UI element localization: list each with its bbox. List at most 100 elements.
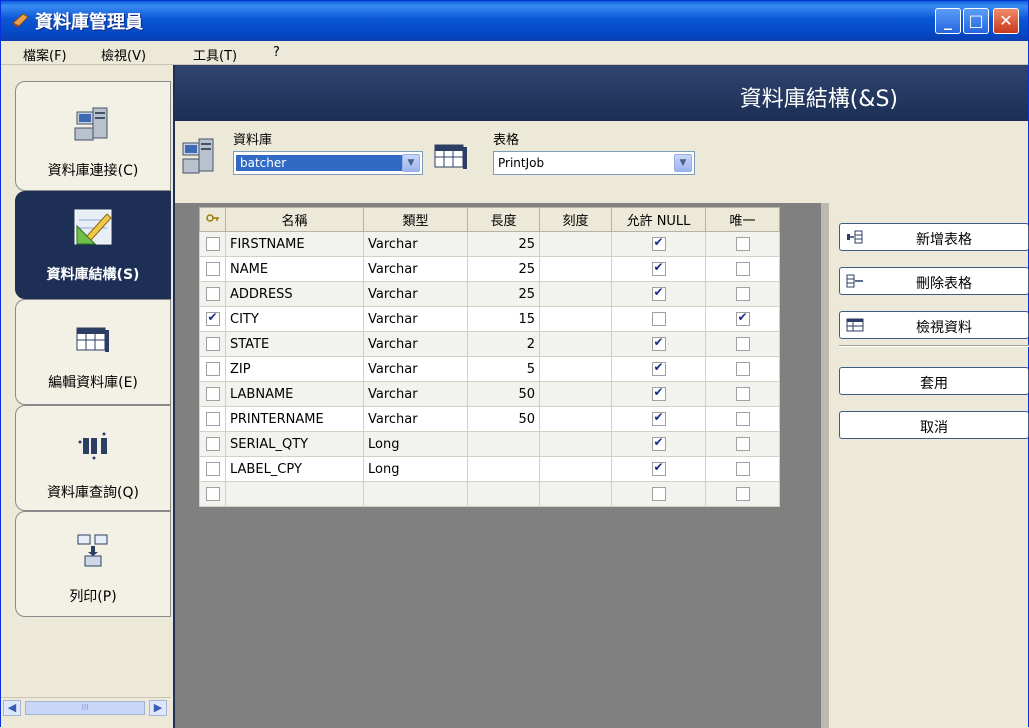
scroll-thumb[interactable]: III [25, 701, 145, 715]
name-cell[interactable]: CITY [225, 306, 364, 332]
allow-null-checkbox[interactable] [651, 360, 666, 376]
title-bar[interactable]: 資料庫管理員 _ □ ✕ [1, 1, 1028, 41]
type-cell[interactable]: Varchar [363, 381, 468, 407]
length-cell[interactable] [467, 456, 540, 482]
length-cell[interactable]: 50 [467, 406, 540, 432]
key-checkbox[interactable] [205, 310, 220, 326]
nav-item-print[interactable]: 列印(P) [15, 511, 171, 617]
allow-null-checkbox[interactable] [651, 335, 666, 351]
type-cell[interactable] [363, 481, 468, 507]
add-table-button[interactable]: 新增表格 [839, 223, 1029, 251]
length-cell[interactable]: 25 [467, 281, 540, 307]
menu-tools[interactable]: 工具(T) [193, 45, 237, 64]
column-header-allow-null[interactable]: 允許 NULL [611, 207, 706, 232]
table-row[interactable]: PRINTERNAME Varchar 50 [199, 406, 780, 432]
allow-null-checkbox[interactable] [651, 312, 666, 326]
key-column-header[interactable] [199, 207, 226, 232]
type-cell[interactable]: Varchar [363, 406, 468, 432]
key-checkbox[interactable] [205, 437, 220, 451]
unique-checkbox[interactable] [735, 337, 750, 351]
type-cell[interactable]: Varchar [363, 231, 468, 257]
name-cell[interactable]: SERIAL_QTY [225, 431, 364, 457]
nav-item-query[interactable]: 資料庫查詢(Q) [15, 405, 171, 511]
key-checkbox[interactable] [205, 387, 220, 401]
table-row[interactable]: CITYVarchar15 [199, 306, 780, 332]
scale-cell[interactable] [539, 331, 612, 357]
table-row[interactable] [199, 481, 780, 507]
scale-cell[interactable] [539, 381, 612, 407]
grid-splitter[interactable] [821, 203, 829, 728]
view-data-button[interactable]: 檢視資料 [839, 311, 1029, 339]
column-header-unique[interactable]: 唯一 [705, 207, 780, 232]
allow-null-checkbox[interactable] [651, 435, 666, 451]
unique-checkbox[interactable] [735, 237, 750, 251]
column-header-type[interactable]: 類型 [363, 207, 468, 232]
name-cell[interactable] [225, 481, 364, 507]
table-select[interactable]: PrintJob ▼ [493, 151, 695, 175]
table-row[interactable]: LABNAME Varchar 50 [199, 381, 780, 407]
unique-checkbox[interactable] [735, 437, 750, 451]
key-checkbox[interactable] [205, 337, 220, 351]
scale-cell[interactable] [539, 456, 612, 482]
type-cell[interactable]: Varchar [363, 356, 468, 382]
chevron-down-icon[interactable]: ▼ [674, 154, 692, 172]
menu-view[interactable]: 檢視(V) [101, 45, 146, 64]
type-cell[interactable]: Long [363, 456, 468, 482]
length-cell[interactable]: 25 [467, 256, 540, 282]
nav-item-structure[interactable]: 資料庫結構(S) [15, 191, 171, 299]
database-select[interactable]: batcher ▼ [233, 151, 423, 175]
allow-null-checkbox[interactable] [651, 385, 666, 401]
scroll-left-button[interactable]: ◀ [3, 700, 21, 716]
length-cell[interactable]: 50 [467, 381, 540, 407]
key-checkbox[interactable] [205, 487, 220, 501]
key-checkbox[interactable] [205, 362, 220, 376]
key-checkbox[interactable] [205, 262, 220, 276]
table-row[interactable]: ZIP Varchar 5 [199, 356, 780, 382]
allow-null-checkbox[interactable] [651, 460, 666, 476]
name-cell[interactable]: ZIP [225, 356, 364, 382]
unique-checkbox[interactable] [735, 462, 750, 476]
table-row[interactable]: FIRSTNAME Varchar 25 [199, 231, 780, 257]
maximize-button[interactable]: □ [963, 8, 989, 34]
table-row[interactable]: STATE Varchar 2 [199, 331, 780, 357]
name-cell[interactable]: NAME [225, 256, 364, 282]
scale-cell[interactable] [539, 256, 612, 282]
nav-item-connect[interactable]: 資料庫連接(C) [15, 81, 171, 191]
allow-null-checkbox[interactable] [651, 235, 666, 251]
key-checkbox[interactable] [205, 412, 220, 426]
scale-cell[interactable] [539, 481, 612, 507]
close-button[interactable]: ✕ [993, 8, 1019, 34]
menu-file[interactable]: 檔案(F) [23, 45, 67, 64]
unique-checkbox[interactable] [735, 412, 750, 426]
length-cell[interactable]: 2 [467, 331, 540, 357]
length-cell[interactable] [467, 431, 540, 457]
minimize-button[interactable]: _ [935, 8, 961, 34]
scale-cell[interactable] [539, 306, 612, 332]
key-checkbox[interactable] [205, 237, 220, 251]
name-cell[interactable]: LABNAME [225, 381, 364, 407]
type-cell[interactable]: Varchar [363, 256, 468, 282]
type-cell[interactable]: Varchar [363, 281, 468, 307]
type-cell[interactable]: Varchar [363, 331, 468, 357]
unique-checkbox[interactable] [735, 487, 750, 501]
column-header-name[interactable]: 名稱 [225, 207, 364, 232]
unique-checkbox[interactable] [735, 287, 750, 301]
allow-null-checkbox[interactable] [651, 487, 666, 501]
length-cell[interactable]: 5 [467, 356, 540, 382]
length-cell[interactable]: 15 [467, 306, 540, 332]
delete-table-button[interactable]: 刪除表格 [839, 267, 1029, 295]
table-row[interactable]: NAME Varchar 25 [199, 256, 780, 282]
unique-checkbox[interactable] [735, 387, 750, 401]
scale-cell[interactable] [539, 356, 612, 382]
allow-null-checkbox[interactable] [651, 285, 666, 301]
menu-help[interactable]: ? [273, 45, 280, 60]
type-cell[interactable]: Varchar [363, 306, 468, 332]
scroll-right-button[interactable]: ▶ [149, 700, 167, 716]
nav-scrollbar[interactable]: ◀ III ▶ [1, 697, 171, 717]
name-cell[interactable]: STATE [225, 331, 364, 357]
column-header-length[interactable]: 長度 [467, 207, 540, 232]
name-cell[interactable]: LABEL_CPY [225, 456, 364, 482]
unique-checkbox[interactable] [735, 310, 750, 326]
scale-cell[interactable] [539, 231, 612, 257]
name-cell[interactable]: FIRSTNAME [225, 231, 364, 257]
